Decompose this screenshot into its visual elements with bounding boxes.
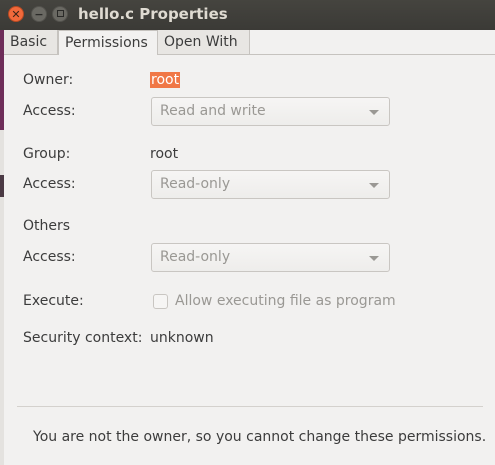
tab-bar: Basic Permissions Open With	[4, 30, 495, 55]
others-label: Others	[23, 218, 71, 234]
chevron-down-icon	[369, 110, 379, 115]
tab-basic[interactable]: Basic	[4, 30, 58, 54]
separator	[17, 406, 483, 407]
title-bar: ✕ − hello.c Properties	[0, 0, 495, 30]
maximize-icon[interactable]	[52, 6, 68, 22]
execute-label: Execute:	[23, 293, 84, 309]
security-context-label: Security context:	[23, 330, 143, 346]
tab-permissions[interactable]: Permissions	[58, 30, 158, 55]
owner-value[interactable]: root	[150, 72, 181, 88]
minimize-icon[interactable]: −	[31, 6, 47, 22]
others-access-dropdown[interactable]: Read-only	[151, 243, 390, 272]
group-access-label: Access:	[23, 176, 76, 192]
permission-notice: You are not the owner, so you cannot cha…	[33, 429, 487, 445]
security-context-value: unknown	[150, 330, 214, 346]
owner-access-dropdown[interactable]: Read and write	[151, 97, 390, 126]
window-title: hello.c Properties	[78, 5, 228, 23]
group-label: Group:	[23, 146, 71, 162]
group-value: root	[150, 146, 179, 162]
owner-access-label: Access:	[23, 103, 76, 119]
chevron-down-icon	[369, 256, 379, 261]
tab-open-with[interactable]: Open With	[158, 30, 250, 54]
execute-checkbox[interactable]	[153, 294, 168, 309]
owner-label: Owner:	[23, 72, 74, 88]
background-window-edge	[0, 30, 4, 465]
close-icon[interactable]: ✕	[8, 6, 24, 22]
desktop-strip-dark	[0, 175, 4, 197]
others-access-label: Access:	[23, 249, 76, 265]
owner-value-text[interactable]: root	[150, 72, 181, 88]
group-access-dropdown[interactable]: Read-only	[151, 170, 390, 199]
owner-access-value: Read and write	[160, 103, 266, 119]
others-access-value: Read-only	[160, 249, 231, 265]
group-access-value: Read-only	[160, 176, 231, 192]
execute-checkbox-label[interactable]: Allow executing file as program	[175, 293, 396, 309]
chevron-down-icon	[369, 183, 379, 188]
